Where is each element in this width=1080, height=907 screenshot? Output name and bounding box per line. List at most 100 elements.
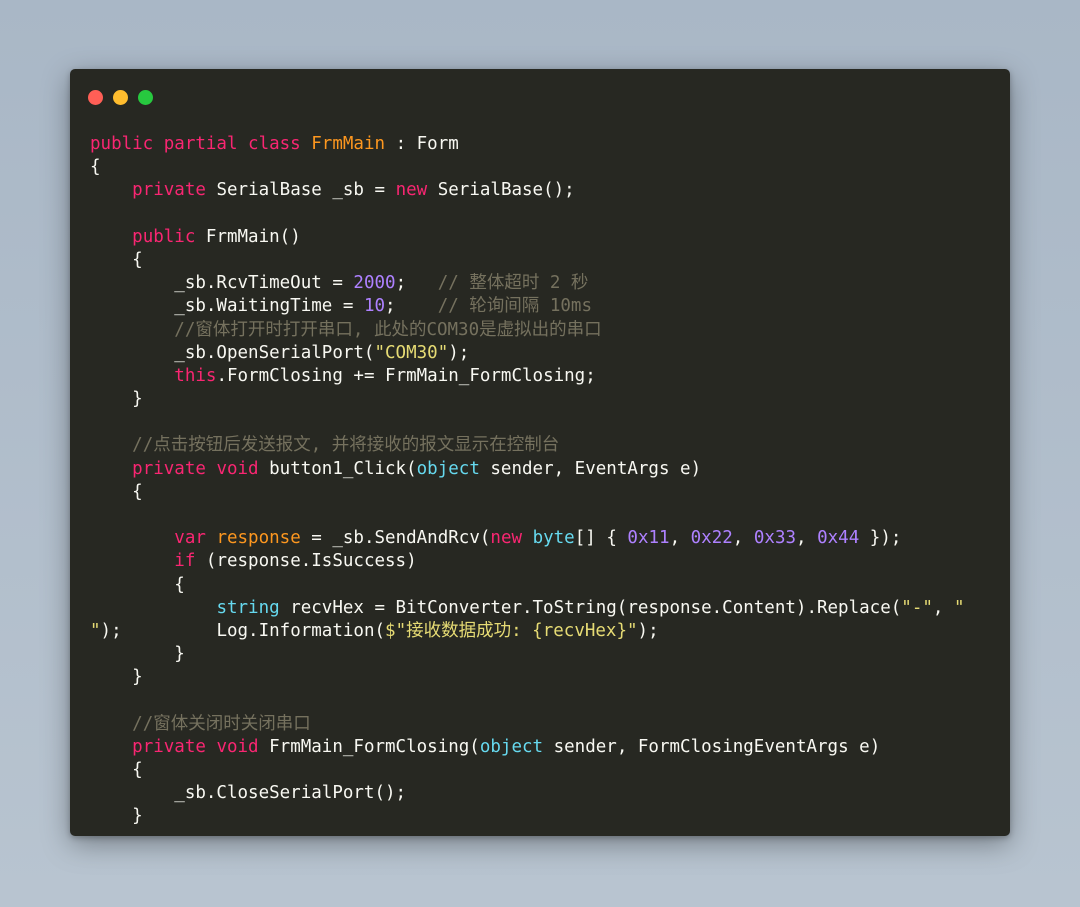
code-token: response: [216, 528, 301, 549]
code-token: 0x11: [627, 528, 670, 549]
code-token: = _sb.SendAndRcv(: [300, 528, 491, 549]
code-line: private void FrmMain_FormClosing(object …: [90, 736, 990, 759]
code-token: (response.IsSuccess): [195, 551, 417, 572]
code-token: _sb.OpenSerialPort(: [90, 342, 375, 363]
code-token: $"接收数据成功: {recvHex}": [385, 620, 638, 641]
code-token: FrmMain_FormClosing(: [258, 736, 480, 757]
code-line: }: [90, 805, 990, 828]
code-token: private void: [132, 458, 259, 479]
code-line: private SerialBase _sb = new SerialBase(…: [90, 179, 990, 202]
code-token: "-": [901, 597, 933, 618]
code-line: _sb.WaitingTime = 10; // 轮询间隔 10ms: [90, 295, 990, 318]
code-line: _sb.OpenSerialPort("COM30");: [90, 342, 990, 365]
code-token: : Form: [385, 134, 459, 154]
close-button[interactable]: [88, 90, 103, 105]
code-line: {: [90, 481, 990, 504]
code-token: public: [132, 226, 196, 247]
code-line: string recvHex = BitConverter.ToString(r…: [90, 597, 990, 620]
code-token: ;: [395, 273, 438, 294]
code-line: public FrmMain(): [90, 226, 990, 249]
code-token: SerialBase();: [427, 180, 575, 201]
code-token: }: [90, 389, 143, 410]
code-token: );: [448, 342, 470, 363]
code-token: ); Log.Information(: [100, 620, 386, 641]
code-token: {: [90, 760, 143, 781]
minimize-button[interactable]: [113, 90, 128, 105]
code-line: }: [90, 666, 990, 689]
code-token: _sb.CloseSerialPort();: [90, 783, 407, 804]
code-token: ,: [669, 528, 691, 549]
code-line: if (response.IsSuccess): [90, 550, 990, 573]
code-token: ,: [732, 528, 754, 549]
code-token: 0x33: [753, 528, 797, 549]
code-token: 10: [363, 296, 386, 317]
code-token: {: [90, 574, 185, 595]
code-token: _sb.RcvTimeOut =: [90, 273, 354, 294]
code-token: );: [637, 620, 659, 641]
code-token: 0x44: [817, 528, 860, 549]
code-token: recvHex = BitConverter.ToString(response…: [279, 597, 902, 618]
code-token: private void: [132, 736, 259, 757]
code-token: byte: [532, 528, 575, 549]
code-token: ,: [932, 597, 954, 618]
code-line: _sb.CloseSerialPort();: [90, 782, 990, 805]
code-line: _sb.RcvTimeOut = 2000; // 整体超时 2 秒: [90, 272, 990, 295]
code-token: ": [953, 597, 965, 618]
code-token: });: [859, 528, 902, 549]
zoom-button[interactable]: [138, 90, 153, 105]
code-token: new: [490, 528, 523, 549]
code-token: .FormClosing += FrmMain_FormClosing;: [216, 365, 596, 386]
code-token: if: [174, 551, 196, 572]
code-token: SerialBase _sb =: [205, 180, 396, 201]
code-line: //窗体关闭时关闭串口: [90, 713, 990, 736]
code-token: }: [90, 806, 143, 827]
code-line: }: [90, 643, 990, 666]
code-token: button1_Click(: [258, 458, 417, 479]
code-line: private void button1_Click(object sender…: [90, 458, 990, 481]
code-line: }: [90, 388, 990, 411]
code-token: _sb.WaitingTime =: [90, 296, 364, 317]
code-token: FrmMain(): [195, 226, 301, 247]
code-token: string: [216, 597, 280, 618]
code-line: {: [90, 156, 990, 179]
code-token: 0x22: [690, 528, 733, 549]
code-token: ;: [385, 296, 438, 317]
code-line: //窗体打开时打开串口, 此处的COM30是虚拟出的串口: [90, 319, 990, 342]
code-token: {: [90, 249, 143, 270]
code-line: this.FormClosing += FrmMain_FormClosing;: [90, 365, 990, 388]
code-token: {: [90, 157, 101, 178]
code-token: //点击按钮后发送报文, 并将接收的报文显示在控制台: [132, 435, 560, 456]
code-token: sender, EventArgs e): [479, 458, 702, 479]
code-token: private: [132, 180, 206, 201]
window-controls: [88, 90, 153, 105]
code-token: "COM30": [374, 342, 449, 363]
code-token: [] {: [574, 528, 628, 549]
code-token: sender, FormClosingEventArgs e): [543, 736, 881, 757]
code-token: object: [479, 736, 544, 757]
code-token: ,: [796, 528, 818, 549]
code-line: //点击按钮后发送报文, 并将接收的报文显示在控制台: [90, 434, 990, 457]
code-token: }: [90, 644, 185, 665]
code-line: {: [90, 249, 990, 272]
code-token: // 整体超时 2 秒: [437, 273, 589, 294]
code-line: "); Log.Information($"接收数据成功: {recvHex}"…: [90, 620, 990, 643]
code-line: {: [90, 574, 990, 597]
code-line: public partial class FrmMain : Form: [90, 133, 990, 156]
code-token: {: [90, 481, 143, 502]
